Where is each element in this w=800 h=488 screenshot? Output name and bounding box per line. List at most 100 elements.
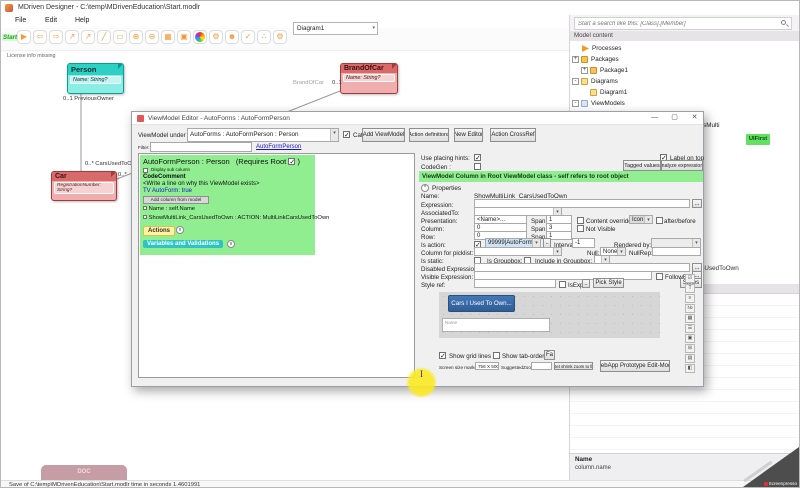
not-visible-checkbox[interactable]: [577, 225, 584, 232]
tree-item-diagrams[interactable]: - Diagrams: [572, 76, 618, 87]
analyze-expressions-button[interactable]: Analyze expressions: [661, 160, 703, 171]
nullrep-input[interactable]: [652, 247, 701, 256]
widget-lines-icon[interactable]: ≡: [685, 294, 695, 303]
association-arrow-icon[interactable]: ↗: [81, 30, 95, 44]
set-shrink-zoom-button[interactable]: Set shrink zoom to fit: [554, 362, 593, 370]
menu-file[interactable]: File: [15, 17, 26, 24]
style-ref-input[interactable]: [474, 279, 556, 288]
visible-expression-label: Visible Expression:: [421, 274, 473, 281]
interval-input[interactable]: -1: [572, 238, 595, 248]
codegen-checkbox[interactable]: [474, 163, 481, 170]
search-icon[interactable]: [781, 20, 786, 25]
class-car[interactable]: Car RegistrationNumber: String?: [51, 171, 117, 201]
widget-number-icon[interactable]: №: [685, 304, 695, 313]
use-placing-hints-checkbox[interactable]: [474, 154, 481, 161]
suggested-zoom-input[interactable]: [531, 362, 552, 370]
class-brandofcar[interactable]: BrandOfCar Name: String?: [340, 63, 398, 94]
zoom-out-icon[interactable]: ⊖: [145, 30, 159, 44]
tree-item-viewmodels[interactable]: - ViewModels: [572, 98, 625, 109]
widget-table-icon[interactable]: ⊞: [685, 344, 695, 353]
image-icon[interactable]: ▦: [161, 30, 175, 44]
widget-panel-icon[interactable]: ◧: [685, 364, 695, 373]
close-icon[interactable]: ✕: [686, 112, 703, 124]
content-override-checkbox[interactable]: [577, 217, 584, 224]
action-definitions-button[interactable]: Action definitions: [409, 128, 449, 142]
chevron-down-icon[interactable]: v: [227, 240, 235, 248]
class-person[interactable]: Person Name: String?: [67, 63, 124, 94]
widget-list-icon[interactable]: ☰: [685, 324, 695, 333]
show-tab-order-checkbox[interactable]: [493, 352, 500, 359]
followenable-checkbox[interactable]: [656, 273, 663, 280]
ui-preview-area[interactable]: Cars I Used To Own... Name: [439, 292, 660, 338]
nav-back-icon[interactable]: ⇦: [33, 30, 47, 44]
styleref-ellipsis-button[interactable]: ..: [582, 279, 590, 288]
autoformperson-link[interactable]: AutoFormPerson: [256, 144, 301, 150]
tree-item-package1[interactable]: + Package1: [581, 65, 628, 76]
uifirst-badge[interactable]: UIFirst: [746, 134, 770, 145]
expression-ellipsis-button[interactable]: ...: [692, 199, 702, 208]
widget-image-icon[interactable]: ▣: [685, 334, 695, 343]
viewmodel-column-name[interactable]: Name : self.Name: [143, 206, 195, 212]
run-icon[interactable]: ▶: [17, 30, 31, 44]
tree-item-processes[interactable]: Processes: [582, 43, 621, 54]
show-grid-lines-checkbox[interactable]: [439, 352, 446, 359]
expander-icon[interactable]: +: [572, 56, 579, 63]
diagram-selector[interactable]: Diagram1: [293, 22, 378, 35]
widget-grid-icon[interactable]: ▦: [685, 314, 695, 323]
action-crossref-button[interactable]: Action CrossRef: [490, 128, 536, 142]
widget-calendar-icon[interactable]: ▤: [685, 354, 695, 363]
zoom-in-icon[interactable]: ⊕: [129, 30, 143, 44]
viewmodel-under-edit-select[interactable]: AutoForms : AutoFormPerson : Person: [187, 128, 339, 142]
move-pointer-icon[interactable]: ↗: [65, 30, 79, 44]
viewmodel-column-showmultilink[interactable]: ShowMultiLink_CarsUsedToOwn : ACTION: Mu…: [143, 215, 329, 221]
screen-size-marker-input[interactable]: 756 X 500: [475, 362, 499, 370]
tv-autoform-value[interactable]: TV AutoForm: true: [143, 188, 192, 194]
chevron-down-icon[interactable]: v: [176, 226, 184, 234]
display-sub-column-checkbox[interactable]: [143, 168, 148, 173]
gear-icon[interactable]: ⚙: [273, 30, 287, 44]
variables-validations-section[interactable]: Variables and Validations: [143, 240, 223, 248]
afterbefore-checkbox[interactable]: [656, 217, 663, 224]
validate-icon[interactable]: ✓: [241, 30, 255, 44]
expander-icon[interactable]: -: [572, 100, 579, 107]
doc-tab[interactable]: DOC: [41, 465, 127, 480]
dialog-titlebar[interactable]: ViewModel Editor - AutoForms : AutoFormP…: [132, 112, 703, 125]
dialog-title: ViewModel Editor - AutoForms : AutoFormP…: [148, 115, 290, 122]
add-column-from-model-button[interactable]: Add column from model: [143, 196, 209, 204]
requires-root-checkbox[interactable]: [288, 158, 295, 165]
preview-name-field[interactable]: Name: [442, 318, 550, 332]
color-wheel-icon[interactable]: [193, 30, 207, 44]
widget-text-icon[interactable]: T: [685, 284, 695, 293]
menu-help[interactable]: Help: [75, 17, 89, 24]
settings-gears-icon[interactable]: ⚙: [209, 30, 223, 44]
draw-line-icon[interactable]: ╱: [97, 30, 111, 44]
pick-style-button[interactable]: Pick Style: [593, 278, 624, 288]
maximize-icon[interactable]: ▢: [666, 112, 683, 124]
icon-select[interactable]: Icon: [629, 215, 653, 224]
filter-input[interactable]: [150, 142, 252, 152]
menu-edit[interactable]: Edit: [45, 17, 57, 24]
new-editor-button[interactable]: New Editor: [454, 128, 483, 142]
minimize-icon[interactable]: —: [646, 112, 663, 124]
fa-button[interactable]: Fa: [544, 350, 555, 360]
tagged-values-button[interactable]: Tagged values: [623, 160, 661, 171]
add-viewmodel-button[interactable]: Add ViewModel: [362, 128, 405, 142]
tree-item-diagram1[interactable]: Diagram1: [590, 87, 627, 98]
expander-icon[interactable]: +: [581, 67, 588, 74]
user-icon[interactable]: ☻: [225, 30, 239, 44]
actions-section[interactable]: Actions: [143, 226, 175, 236]
copy-diagram-icon[interactable]: ▣: [177, 30, 191, 44]
widget-checkbox-icon[interactable]: ☑: [685, 274, 695, 283]
preview-action-button[interactable]: Cars I Used To Own...: [448, 295, 515, 312]
search-input[interactable]: [574, 17, 792, 30]
chevron-up-icon[interactable]: ^: [421, 184, 429, 192]
nav-forward-icon[interactable]: ⇨: [49, 30, 63, 44]
tree-item-packages[interactable]: + Packages: [572, 54, 619, 65]
categ-checkbox[interactable]: [343, 131, 350, 138]
expander-icon[interactable]: -: [572, 78, 579, 85]
webapp-prototype-button[interactable]: WebApp Prototype Edit-Mode: [600, 360, 670, 372]
cluster-icon[interactable]: ∴: [257, 30, 271, 44]
presentation-screen-icon[interactable]: ▭: [113, 30, 127, 44]
picklist-select[interactable]: [474, 247, 562, 256]
isexp-checkbox[interactable]: [559, 281, 566, 288]
